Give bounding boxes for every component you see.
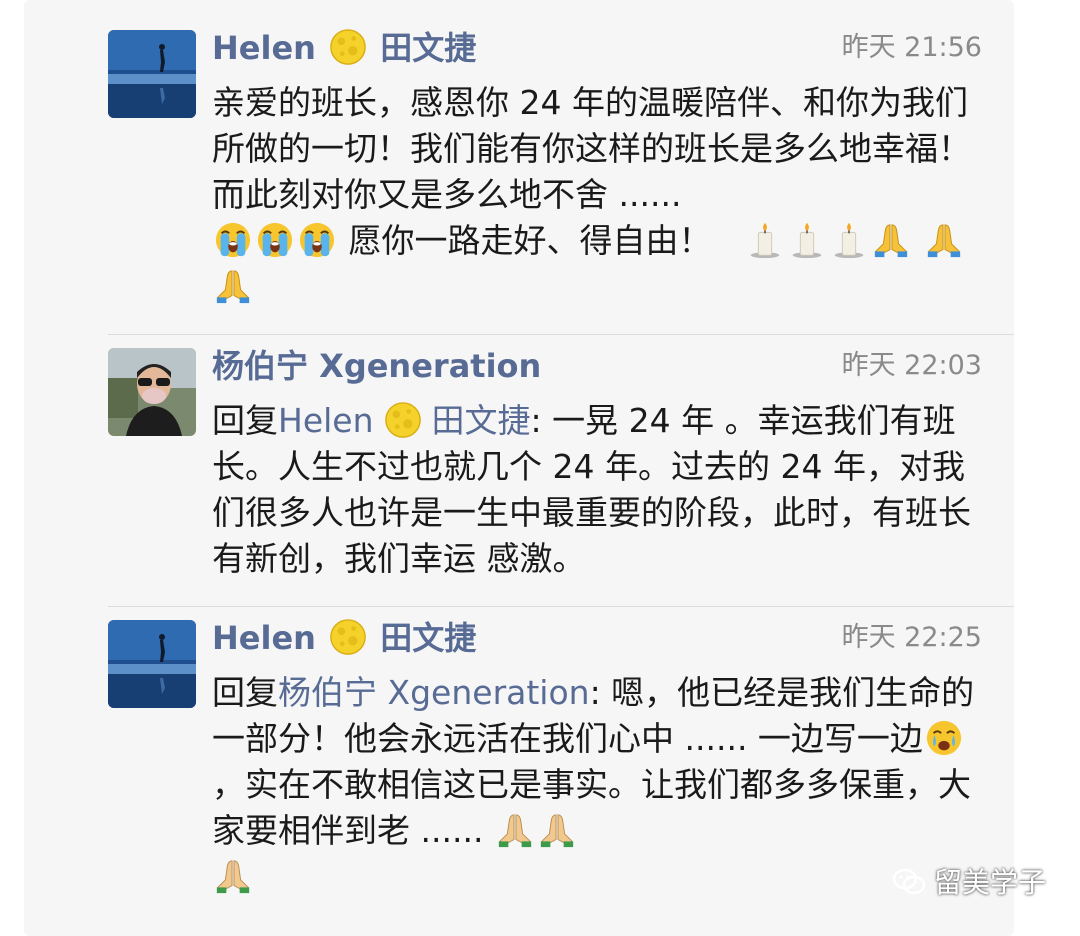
comment-text-part: 亲爱的班长，感恩你 24 年的温暖陪伴、和你为我们所做的一切！我们能有你这样的班… [212, 83, 971, 214]
timestamp: 昨天 22:03 [841, 350, 982, 381]
praying-hands-emoji-icon [496, 811, 534, 849]
author-name-suffix[interactable]: 田文捷 [380, 29, 476, 67]
crying-emoji-icon [214, 221, 252, 259]
author-name[interactable]: Helen 田文捷 [212, 22, 476, 74]
candle-emoji-icon [746, 221, 784, 259]
timestamp: 昨天 21:56 [841, 32, 982, 63]
moon-emoji-icon [329, 28, 367, 66]
author-name-text[interactable]: Helen [212, 619, 316, 657]
reply-to-link[interactable]: 杨伯宁 Xgeneration [278, 673, 590, 712]
divider [108, 606, 1014, 607]
reply-prefix: 回复 [212, 401, 278, 440]
praying-hands-emoji-icon [214, 267, 252, 305]
reply-prefix: 回复 [212, 673, 278, 712]
comments-panel: Helen 田文捷 昨天 21:56 亲爱的班长，感恩你 24 年的温暖陪伴、和… [24, 0, 1014, 936]
comment-text: 回复Helen 田文捷: 一晃 24 年 。幸运我们有班长。人生不过也就几个 24… [212, 398, 996, 582]
praying-hands-emoji-icon [925, 221, 963, 259]
comment-text-part: 愿你一路走好、得自由！ [338, 221, 712, 260]
praying-hands-emoji-icon [872, 221, 910, 259]
comment-text: 回复杨伯宁 Xgeneration: 嗯，他已经是我们生命的一部分！他会永远活在… [212, 670, 996, 900]
timestamp: 昨天 22:25 [841, 622, 982, 653]
author-name-text[interactable]: Helen [212, 29, 316, 67]
author-name[interactable]: 杨伯宁 Xgeneration [212, 340, 541, 392]
avatar[interactable] [108, 348, 196, 436]
avatar[interactable] [108, 30, 196, 118]
comment-text: 亲爱的班长，感恩你 24 年的温暖陪伴、和你为我们所做的一切！我们能有你这样的班… [212, 80, 996, 310]
praying-hands-emoji-icon [214, 857, 252, 895]
reply-to-name[interactable]: Helen [278, 401, 374, 440]
candle-emoji-icon [830, 221, 868, 259]
divider [108, 334, 1014, 335]
crying-emoji-icon [298, 221, 336, 259]
wechat-icon [892, 863, 926, 895]
moon-emoji-icon [329, 618, 367, 656]
crying-emoji-icon [256, 221, 294, 259]
crying-emoji-icon [925, 719, 963, 757]
moon-emoji-icon [384, 401, 422, 439]
watermark: 留美学子 [892, 858, 1046, 908]
avatar[interactable] [108, 620, 196, 708]
author-name-suffix[interactable]: 田文捷 [380, 619, 476, 657]
praying-hands-emoji-icon [538, 811, 576, 849]
reply-to-link[interactable]: Helen 田文捷 [278, 401, 531, 440]
reply-to-name-suffix[interactable]: 田文捷 [432, 401, 531, 440]
author-name[interactable]: Helen 田文捷 [212, 612, 476, 664]
candle-emoji-icon [788, 221, 826, 259]
watermark-text: 留美学子 [933, 866, 1046, 899]
comment-text-part: ，实在不敢相信这已是事实。让我们都多多保重，大家要相伴到老 ...... [212, 765, 971, 850]
